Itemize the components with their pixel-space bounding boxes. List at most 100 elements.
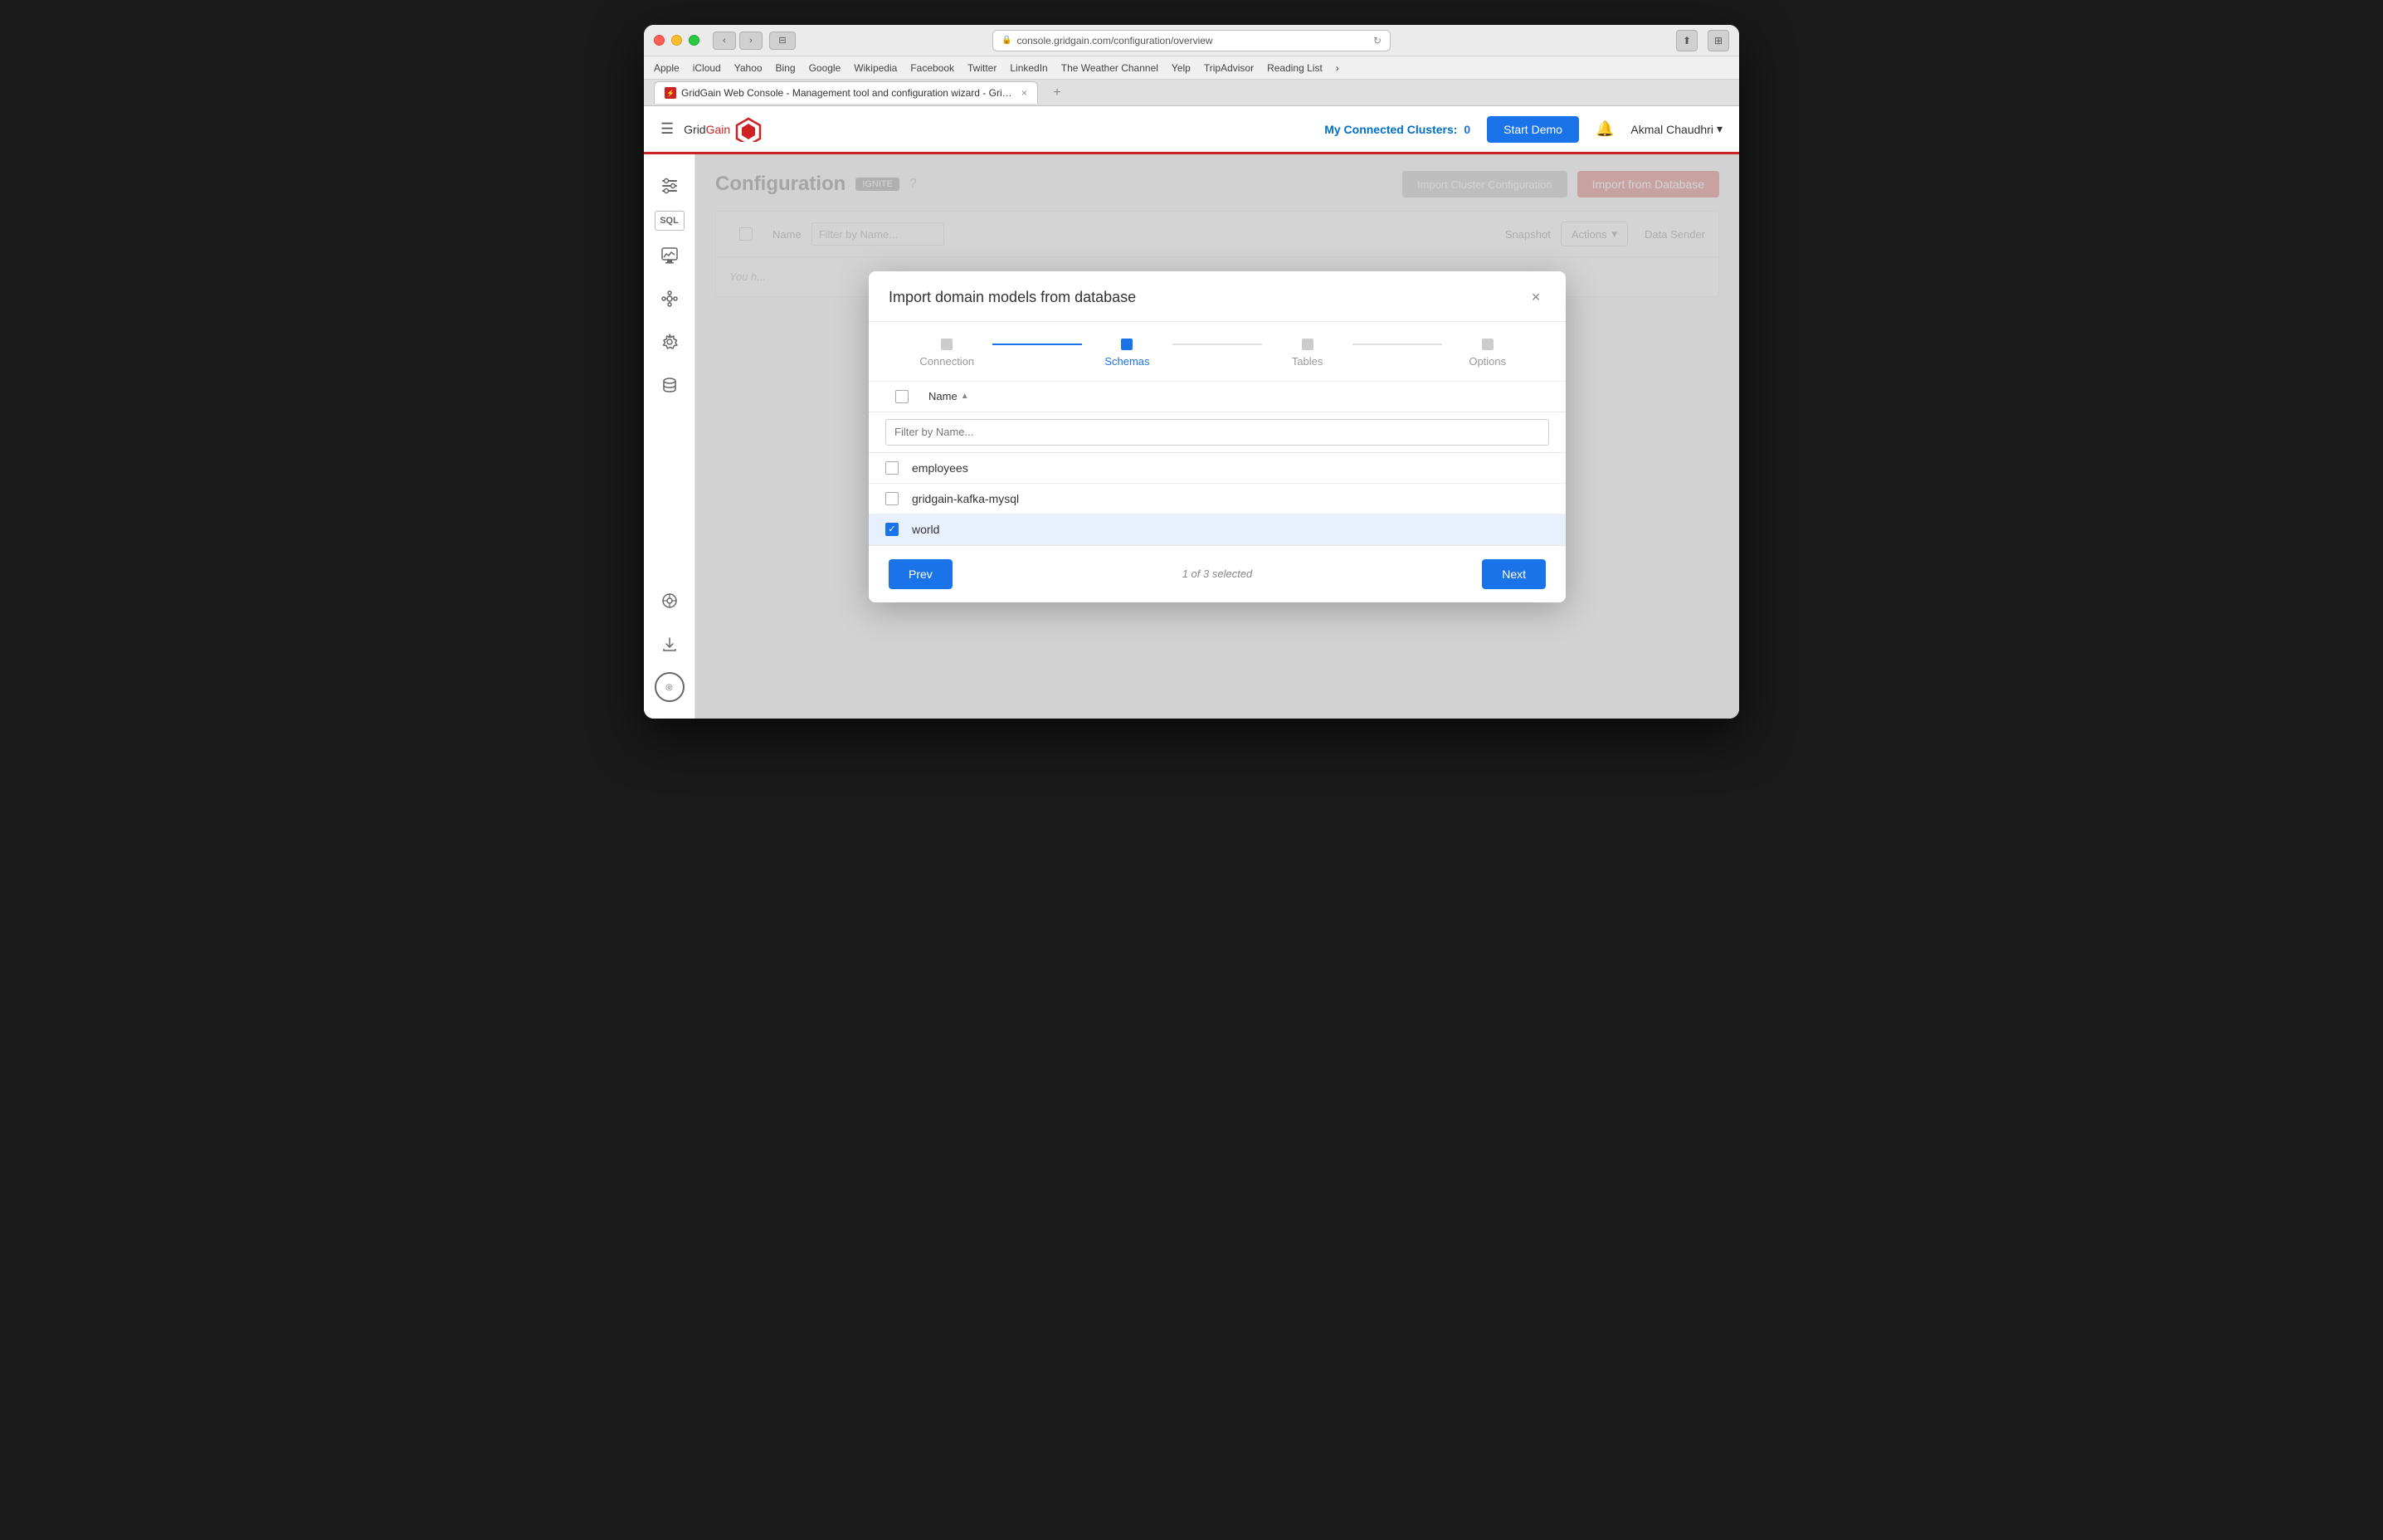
bookmark-reading-list[interactable]: Reading List <box>1267 62 1323 74</box>
minimize-traffic-light[interactable] <box>671 35 682 46</box>
notifications-bell-icon[interactable]: 🔔 <box>1596 120 1614 138</box>
forward-button[interactable]: › <box>739 32 763 50</box>
toolbar-right: ⬆ ⊞ <box>1676 30 1729 51</box>
bookmarks-bar: Apple iCloud Yahoo Bing Google Wikipedia… <box>644 56 1739 80</box>
share-button[interactable]: ⬆ <box>1676 30 1698 51</box>
reader-view-button[interactable]: ⊟ <box>769 32 796 50</box>
schema-filter-input[interactable] <box>885 419 1549 446</box>
bookmark-facebook[interactable]: Facebook <box>910 62 954 74</box>
logo-text: GridGain <box>684 123 730 136</box>
sidebar-item-agent[interactable]: ◎ <box>651 669 688 705</box>
modal-header: Import domain models from database × <box>869 271 1566 322</box>
configuration-sidebar-icon <box>660 177 679 195</box>
bookmark-linkedin[interactable]: LinkedIn <box>1010 62 1047 74</box>
bookmark-yahoo[interactable]: Yahoo <box>734 62 763 74</box>
database-sidebar-icon <box>660 376 679 394</box>
step-schemas-dot <box>1121 339 1133 350</box>
lock-icon: 🔒 <box>1001 36 1011 45</box>
browser-tab-bar: ⚡ GridGain Web Console - Management tool… <box>644 80 1739 106</box>
step-line-2 <box>1172 344 1263 345</box>
bookmark-apple[interactable]: Apple <box>654 62 680 74</box>
modal-backdrop: Import domain models from database × Con… <box>695 154 1739 719</box>
logo: GridGain <box>684 117 763 142</box>
step-connection-dot <box>941 339 953 350</box>
schema-select-all-checkbox[interactable] <box>895 390 909 403</box>
logo-gain-text: Gain <box>706 123 731 136</box>
modal-stepper: Connection Schemas Tables <box>869 322 1566 382</box>
next-button[interactable]: Next <box>1482 559 1546 589</box>
app-header: ☰ GridGain My Connected Clusters: 0 Star… <box>644 106 1739 154</box>
modal-close-button[interactable]: × <box>1526 288 1546 308</box>
bookmark-tripadvisor[interactable]: TripAdvisor <box>1204 62 1254 74</box>
modal-body: Name ▲ employees <box>869 382 1566 545</box>
agent-icon: ◎ <box>655 672 685 702</box>
sort-ascending-icon[interactable]: ▲ <box>961 392 969 401</box>
step-options: Options <box>1442 339 1533 368</box>
sidebar-item-settings[interactable] <box>651 324 688 360</box>
employees-checkbox[interactable] <box>885 461 899 475</box>
logo-grid-text: Grid <box>684 123 705 136</box>
user-dropdown-arrow: ▾ <box>1717 122 1723 136</box>
bookmark-wikipedia[interactable]: Wikipedia <box>854 62 897 74</box>
settings-sidebar-icon <box>660 333 679 351</box>
download-sidebar-icon <box>660 635 679 653</box>
step-options-dot <box>1482 339 1494 350</box>
gridgain-kafka-mysql-label: gridgain-kafka-mysql <box>912 492 1019 505</box>
step-tables: Tables <box>1262 339 1352 368</box>
maximize-traffic-light[interactable] <box>689 35 699 46</box>
connected-clusters-count: 0 <box>1464 123 1470 136</box>
schema-row-employees: employees <box>869 453 1566 484</box>
sidebar-item-download[interactable] <box>651 626 688 662</box>
bookmark-google[interactable]: Google <box>809 62 841 74</box>
employees-label: employees <box>912 461 968 475</box>
bookmark-weather[interactable]: The Weather Channel <box>1061 62 1158 74</box>
step-connection: Connection <box>902 339 992 368</box>
sidebar-item-configuration[interactable] <box>651 168 688 204</box>
sidebar-item-cluster[interactable] <box>651 280 688 317</box>
sidebar: SQL <box>644 154 695 719</box>
start-demo-button[interactable]: Start Demo <box>1487 116 1579 143</box>
sidebar-item-monitoring[interactable] <box>651 237 688 274</box>
main-content: Configuration IGNITE ? Import Cluster Co… <box>695 154 1739 719</box>
world-checkbox[interactable] <box>885 523 899 536</box>
bookmark-bing[interactable]: Bing <box>776 62 796 74</box>
schema-row-world: world <box>869 514 1566 545</box>
tab-close-button[interactable]: × <box>1021 87 1027 99</box>
monitoring-sidebar-icon <box>660 246 679 265</box>
support-sidebar-icon <box>660 592 679 610</box>
modal-footer: Prev 1 of 3 selected Next <box>869 545 1566 602</box>
header-right: My Connected Clusters: 0 Start Demo 🔔 Ak… <box>1324 116 1723 143</box>
step-tables-label: Tables <box>1292 355 1323 368</box>
mac-titlebar: ‹ › ⊟ 🔒 console.gridgain.com/configurati… <box>644 25 1739 56</box>
prev-button[interactable]: Prev <box>889 559 953 589</box>
step-schemas: Schemas <box>1082 339 1172 368</box>
bookmark-icloud[interactable]: iCloud <box>693 62 721 74</box>
sidebar-item-support[interactable] <box>651 582 688 619</box>
schema-filter-row <box>869 412 1566 453</box>
sidebar-item-sql[interactable]: SQL <box>655 211 685 231</box>
active-tab[interactable]: ⚡ GridGain Web Console - Management tool… <box>654 81 1038 104</box>
gridgain-kafka-mysql-checkbox[interactable] <box>885 492 899 505</box>
back-button[interactable]: ‹ <box>713 32 736 50</box>
app-container: SQL <box>644 154 1739 719</box>
user-dropdown[interactable]: Akmal Chaudhri ▾ <box>1630 122 1723 136</box>
schema-select-all-col <box>885 390 919 403</box>
close-traffic-light[interactable] <box>654 35 665 46</box>
url-text: console.gridgain.com/configuration/overv… <box>1016 35 1212 46</box>
bookmark-yelp[interactable]: Yelp <box>1172 62 1191 74</box>
modal-title: Import domain models from database <box>889 289 1136 306</box>
step-tables-dot <box>1302 339 1313 350</box>
traffic-lights <box>654 35 699 46</box>
selection-count-text: 1 of 3 selected <box>1182 568 1253 580</box>
bookmark-twitter[interactable]: Twitter <box>967 62 997 74</box>
hamburger-menu-icon[interactable]: ☰ <box>660 120 674 138</box>
url-bar[interactable]: 🔒 console.gridgain.com/configuration/ove… <box>992 30 1391 51</box>
sidebar-item-database[interactable] <box>651 367 688 403</box>
connected-clusters-label: My Connected Clusters: 0 <box>1324 123 1470 136</box>
cluster-sidebar-icon <box>660 290 679 308</box>
new-tab-button[interactable]: + <box>1048 84 1066 102</box>
reload-icon[interactable]: ↻ <box>1373 35 1382 46</box>
step-line-1 <box>992 344 1083 345</box>
new-tab-button[interactable]: ⊞ <box>1708 30 1729 51</box>
schema-name-label: Name <box>928 390 958 402</box>
